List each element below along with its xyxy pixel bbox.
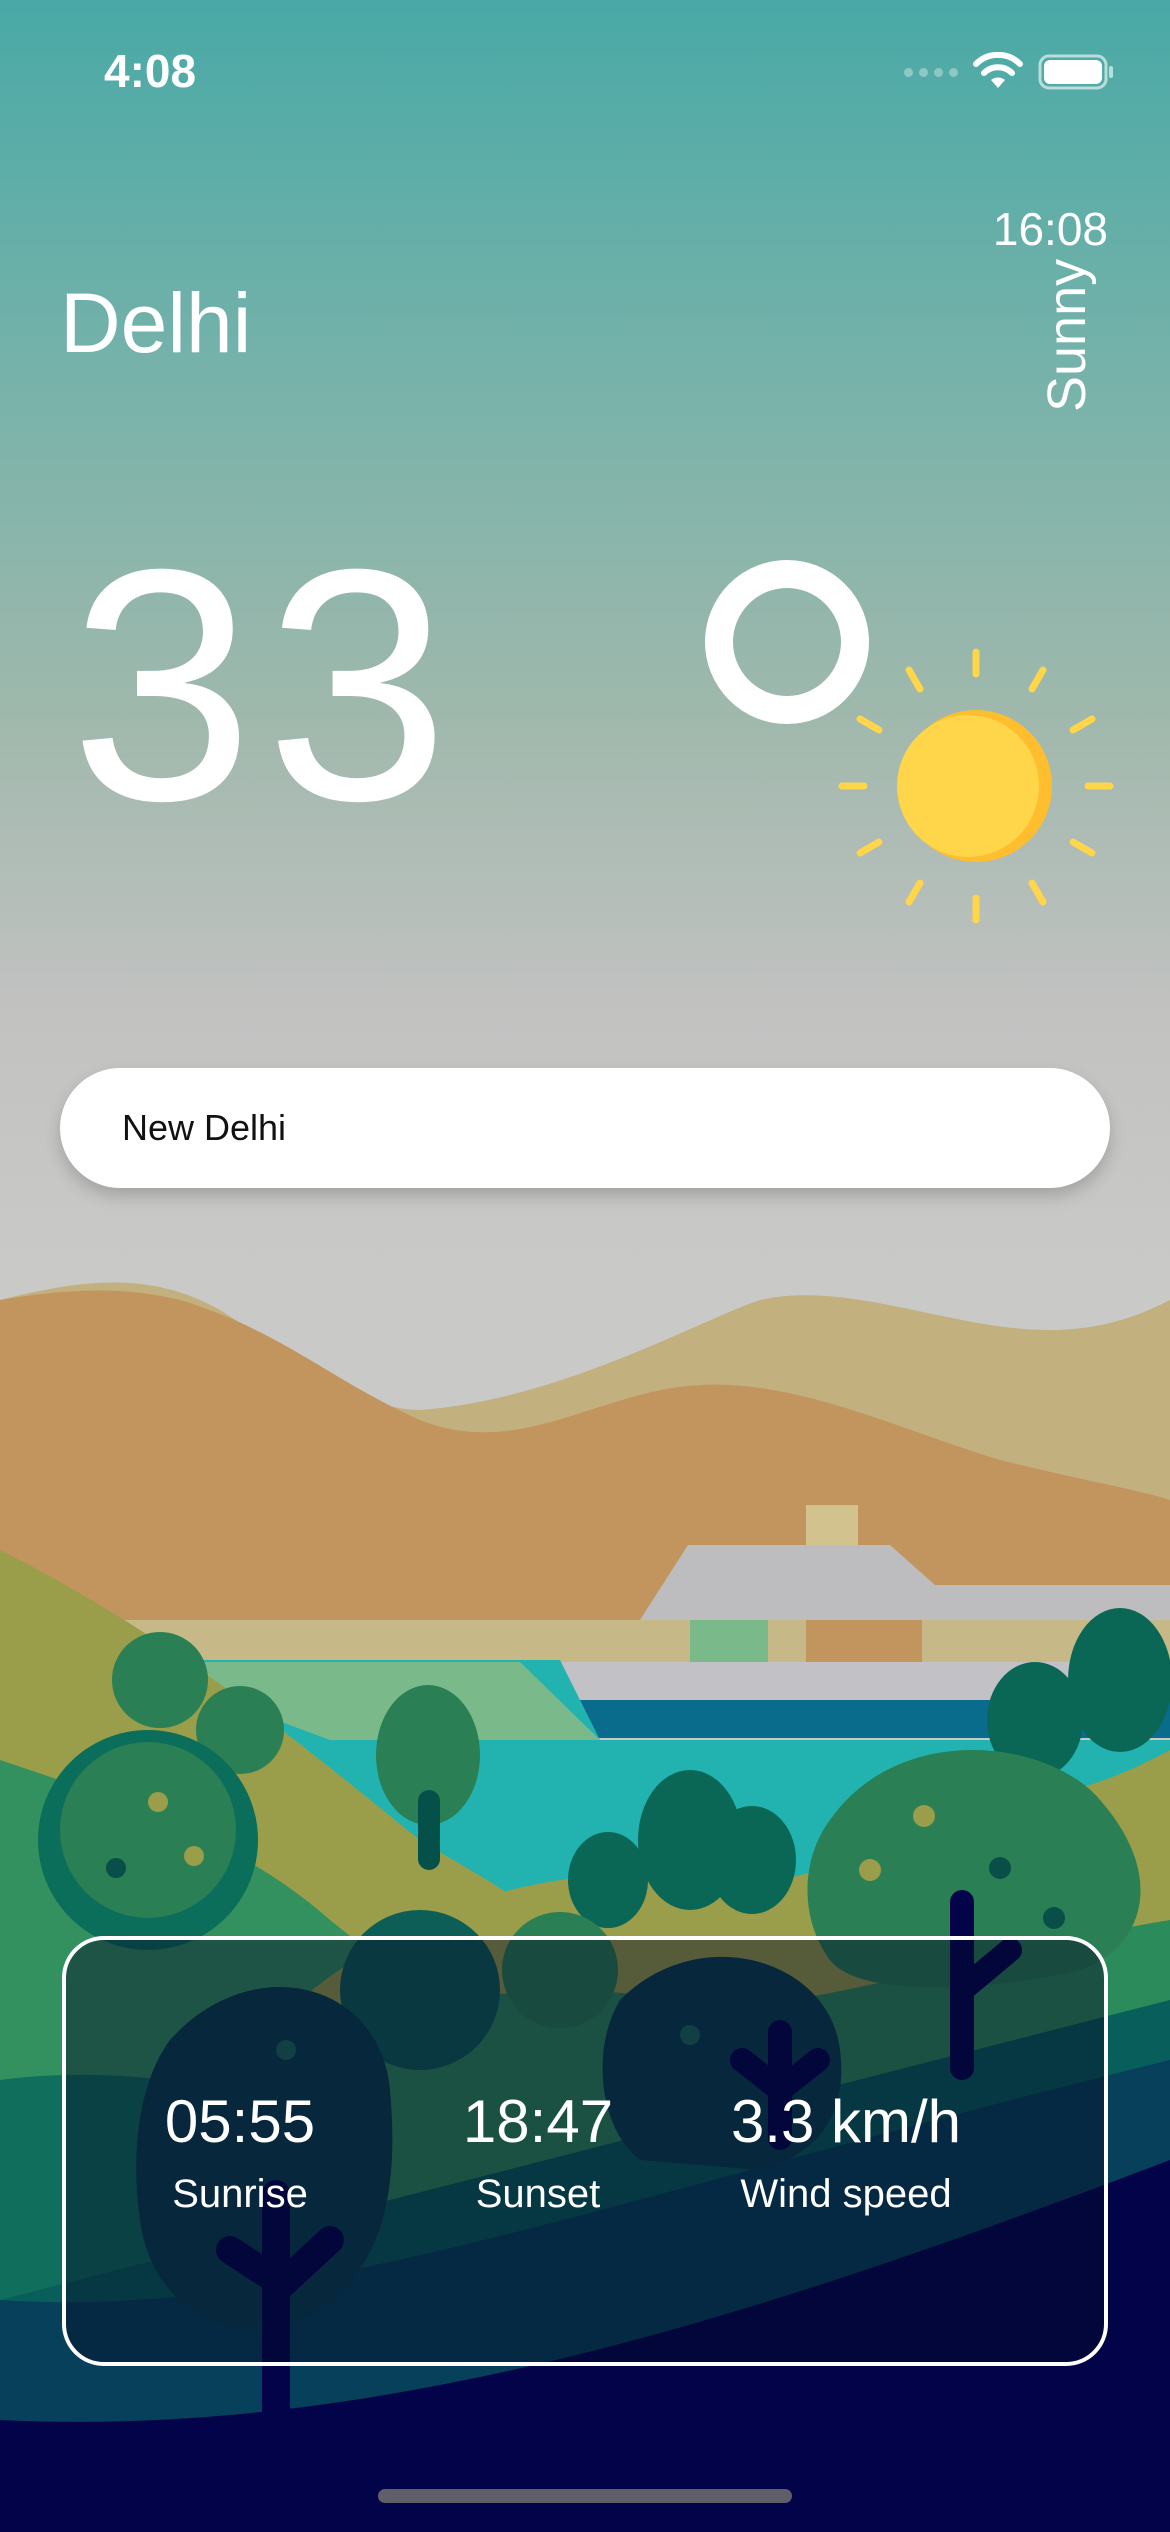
city-name: Delhi bbox=[60, 276, 252, 370]
status-bar-time: 4:08 bbox=[104, 45, 197, 97]
sunrise-label: Sunrise bbox=[172, 2172, 308, 2216]
temperature-value: 33 bbox=[70, 500, 462, 869]
local-time: 16:08 bbox=[992, 203, 1108, 255]
sunset-stat: 18:47 Sunset bbox=[448, 2092, 628, 2217]
status-bar-icons bbox=[904, 52, 1114, 92]
battery-icon bbox=[1038, 54, 1113, 90]
weather-condition: Sunny bbox=[1037, 258, 1097, 412]
home-indicator[interactable] bbox=[378, 2489, 792, 2503]
temperature-display: 33 bbox=[70, 520, 869, 850]
city-search-field[interactable] bbox=[60, 1068, 1110, 1188]
cellular-signal-icon bbox=[904, 67, 958, 77]
wind-speed-label: Wind speed bbox=[740, 2172, 952, 2216]
wifi-icon bbox=[973, 52, 1023, 88]
wind-speed-value: 3.3 km/h bbox=[730, 2088, 962, 2155]
wind-speed-stat: 3.3 km/h Wind speed bbox=[696, 2092, 996, 2217]
sun-icon bbox=[838, 648, 1114, 924]
sunset-label: Sunset bbox=[475, 2172, 601, 2216]
sunrise-stat: 05:55 Sunrise bbox=[150, 2092, 330, 2217]
weather-screen: 4:08 16:08 Sunny Delhi 33 New Delhi 05:5… bbox=[0, 0, 1170, 2532]
sunset-time: 18:47 bbox=[462, 2088, 614, 2155]
sunrise-time: 05:55 bbox=[164, 2088, 316, 2155]
city-search-input[interactable] bbox=[120, 1106, 1024, 1150]
weather-stats-card: 05:55 Sunrise 18:47 Sunset 3.3 km/h Wind… bbox=[62, 1936, 1108, 2366]
